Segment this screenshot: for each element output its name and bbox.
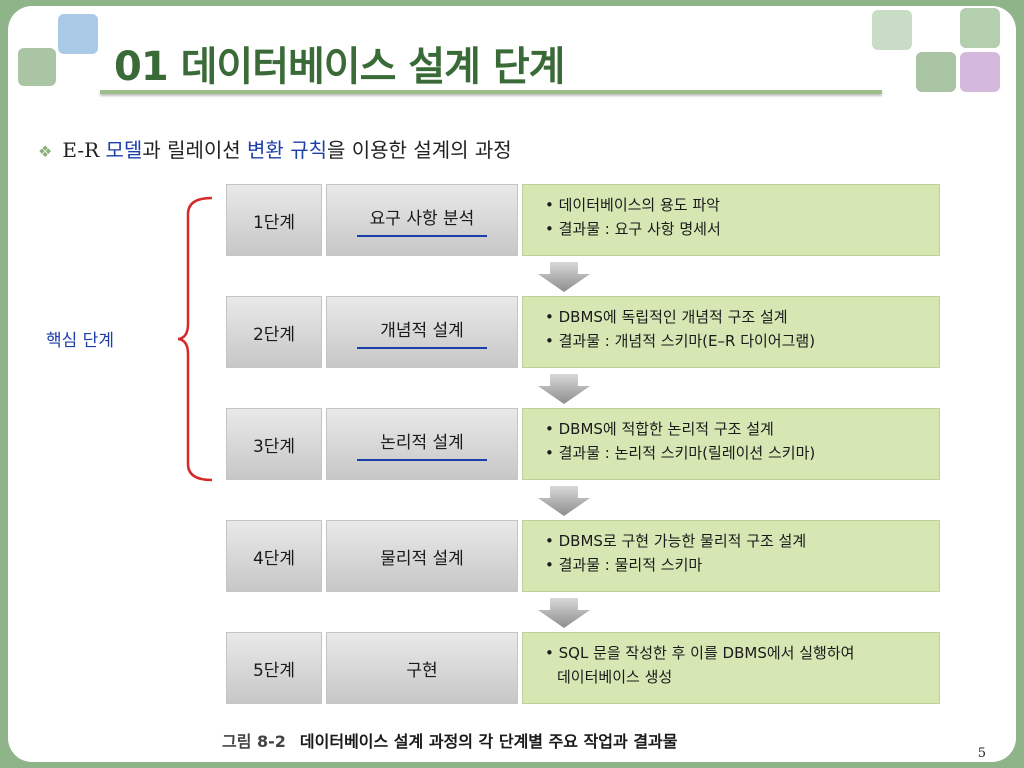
stage-description-line: • 결과물 : 개념적 스키마(E–R 다이어그램) bbox=[545, 332, 816, 350]
subtitle-segment: E-R bbox=[62, 138, 106, 162]
stage-row: 3단계 논리적 설계 • DBMS에 적합한 논리적 구조 설계 • 결과물 : 논리… bbox=[226, 408, 940, 480]
down-arrow-icon bbox=[538, 262, 590, 292]
stage-name: 요구 사항 분석 bbox=[369, 208, 475, 229]
stage-name-box: 개념적 설계 bbox=[326, 296, 518, 368]
down-arrow-icon bbox=[538, 598, 590, 628]
stage-name-underline bbox=[357, 458, 487, 461]
stage-description-line: • DBMS로 구현 가능한 물리적 구조 설계 bbox=[545, 532, 807, 550]
curly-bracket-icon bbox=[178, 196, 213, 482]
subtitle-text: E-R 모델과 릴레이션 변환 규칙을 이용한 설계의 과정 bbox=[62, 138, 511, 162]
stage-row: 4단계 물리적 설계 • DBMS로 구현 가능한 물리적 구조 설계 • 결과물 :… bbox=[226, 520, 940, 592]
stage-description: • DBMS에 적합한 논리적 구조 설계 • 결과물 : 논리적 스키마(릴레이… bbox=[522, 408, 940, 480]
stage-description-line: • 데이터베이스의 용도 파악 bbox=[545, 196, 720, 214]
stage-name: 개념적 설계 bbox=[380, 320, 464, 341]
stage-description: • DBMS로 구현 가능한 물리적 구조 설계 • 결과물 : 물리적 스키마 bbox=[522, 520, 940, 592]
decor-square bbox=[960, 52, 1000, 92]
stage-description-line: • DBMS에 독립적인 개념적 구조 설계 bbox=[545, 308, 788, 326]
stage-name-box: 물리적 설계 bbox=[326, 520, 518, 592]
stage-description-line: 데이터베이스 생성 bbox=[557, 668, 673, 686]
stage-name-underline bbox=[357, 346, 487, 349]
figure-caption: 그림 8-2 데이터베이스 설계 과정의 각 단계별 주요 작업과 결과물 bbox=[222, 728, 677, 752]
stage-name-box: 논리적 설계 bbox=[326, 408, 518, 480]
stage-number: 5단계 bbox=[226, 632, 322, 704]
stage-description: • 데이터베이스의 용도 파악 • 결과물 : 요구 사항 명세서 bbox=[522, 184, 940, 256]
stage-name-underline bbox=[357, 234, 487, 237]
figure-number: 그림 8-2 bbox=[222, 732, 286, 751]
stage-name: 논리적 설계 bbox=[380, 432, 464, 453]
diamond-bullet-icon: ❖ bbox=[38, 142, 53, 161]
stage-description-line: • 결과물 : 물리적 스키마 bbox=[545, 556, 703, 574]
page-number: 5 bbox=[977, 746, 986, 761]
stage-row: 2단계 개념적 설계 • DBMS에 독립적인 개념적 구조 설계 • 결과물 : 개… bbox=[226, 296, 940, 368]
stage-description-line: • 결과물 : 논리적 스키마(릴레이션 스키마) bbox=[545, 444, 816, 462]
decor-square bbox=[916, 52, 956, 92]
stage-number: 2단계 bbox=[226, 296, 322, 368]
decor-square bbox=[872, 10, 912, 50]
stage-row: 5단계 구현 • SQL 문을 작성한 후 이를 DBMS에서 실행하여데이터베이스… bbox=[226, 632, 940, 704]
stage-description-line: • DBMS에 적합한 논리적 구조 설계 bbox=[545, 420, 774, 438]
decor-square bbox=[960, 8, 1000, 48]
page-title: 01 데이터베이스 설계 단계 bbox=[114, 44, 565, 90]
figure-caption-text: 데이터베이스 설계 과정의 각 단계별 주요 작업과 결과물 bbox=[299, 732, 678, 751]
stage-number: 1단계 bbox=[226, 184, 322, 256]
stage-description: • SQL 문을 작성한 후 이를 DBMS에서 실행하여데이터베이스 생성 bbox=[522, 632, 940, 704]
decor-square bbox=[58, 14, 98, 54]
slide: 01 데이터베이스 설계 단계 ❖ E-R 모델과 릴레이션 변환 규칙을 이용한… bbox=[8, 6, 1016, 762]
stage-name-box: 구현 bbox=[326, 632, 518, 704]
subtitle-link-text: 변환 규칙 bbox=[247, 138, 327, 162]
stage-name: 물리적 설계 bbox=[380, 548, 464, 569]
subtitle: ❖ E-R 모델과 릴레이션 변환 규칙을 이용한 설계의 과정 bbox=[38, 134, 512, 163]
stage-number: 3단계 bbox=[226, 408, 322, 480]
stage-description-line: • SQL 문을 작성한 후 이를 DBMS에서 실행하여 bbox=[545, 644, 855, 662]
down-arrow-icon bbox=[538, 374, 590, 404]
decor-square bbox=[18, 48, 56, 86]
stage-row: 1단계 요구 사항 분석 • 데이터베이스의 용도 파악 • 결과물 : 요구 사항 … bbox=[226, 184, 940, 256]
subtitle-segment: 과 릴레이션 bbox=[142, 138, 248, 162]
stage-description-line: • 결과물 : 요구 사항 명세서 bbox=[545, 220, 721, 238]
down-arrow-icon bbox=[538, 486, 590, 516]
stage-name-box: 요구 사항 분석 bbox=[326, 184, 518, 256]
subtitle-segment: 을 이용한 설계의 과정 bbox=[327, 138, 512, 162]
stage-name: 구현 bbox=[406, 660, 438, 681]
stage-description: • DBMS에 독립적인 개념적 구조 설계 • 결과물 : 개념적 스키마(E–… bbox=[522, 296, 940, 368]
core-stage-label: 핵심 단계 bbox=[46, 331, 114, 351]
title-underline bbox=[100, 90, 882, 94]
subtitle-link-text: 모델 bbox=[105, 138, 143, 162]
stage-number: 4단계 bbox=[226, 520, 322, 592]
